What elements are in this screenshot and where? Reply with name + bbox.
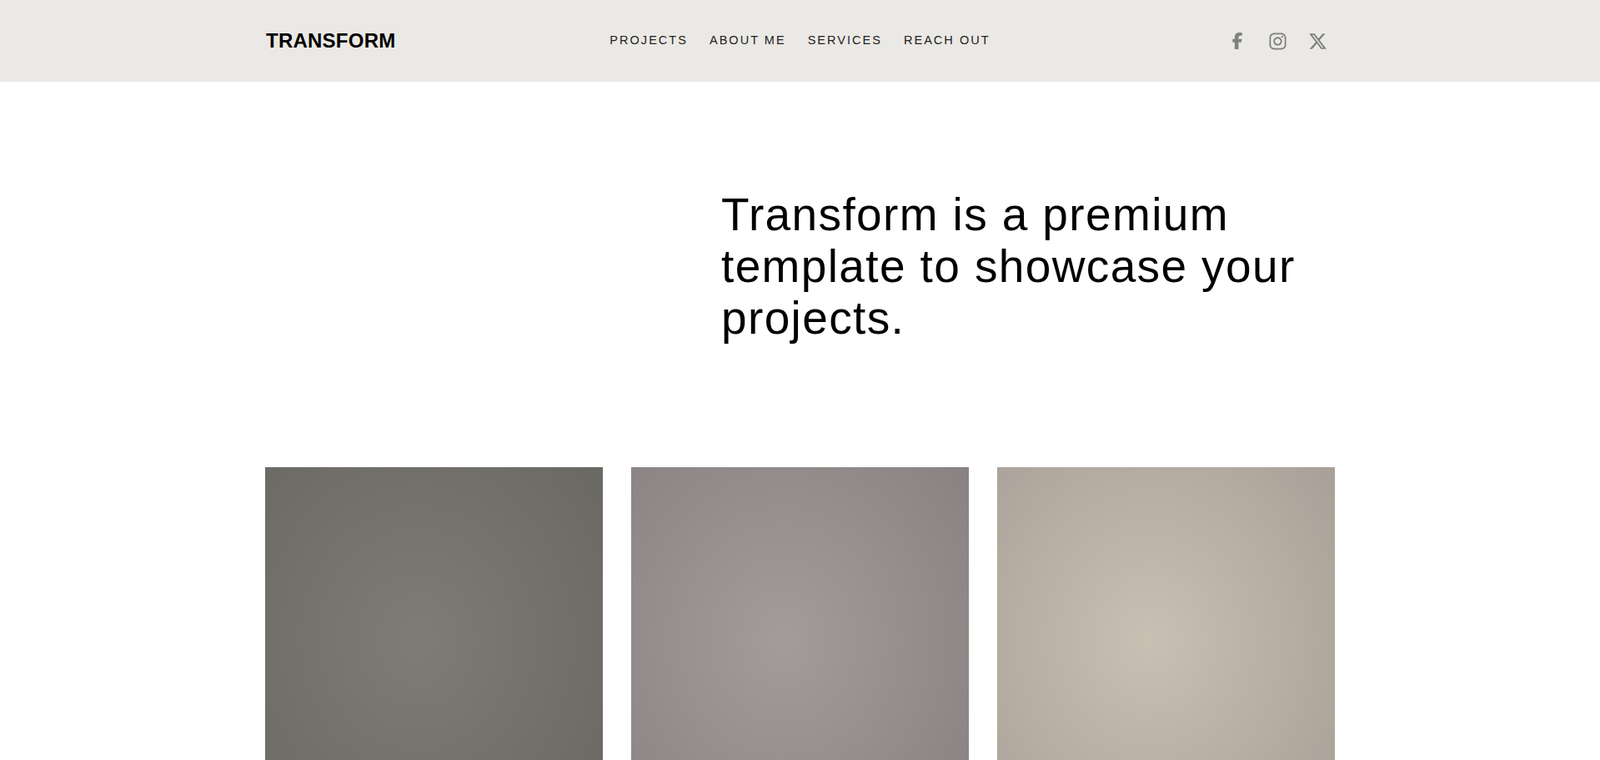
social-link[interactable] [1226,30,1249,52]
x-icon [1308,31,1328,51]
hero: Transform is a premium template to showc… [265,81,1335,467]
hero-heading: Transform is a premium template to showc… [721,188,1322,344]
instagram-icon [1268,31,1288,51]
logo[interactable]: TRANSFORM [265,25,396,56]
nav-link[interactable]: PROJECTS [609,31,688,51]
project-card[interactable] [631,466,969,760]
nav-link[interactable]: ABOUT ME [709,31,787,51]
nav-link[interactable]: SERVICES [807,31,883,51]
site-header: TRANSFORM PROJECTS ABOUT ME SERVICES REACH O… [0,0,1600,82]
social-link[interactable] [1306,30,1329,52]
project-grid [265,466,1335,760]
facebook-icon [1228,32,1246,50]
social-link[interactable] [1266,30,1289,52]
project-card[interactable] [265,466,603,760]
main-nav: PROJECTS ABOUT ME SERVICES REACH OUT [609,31,990,51]
page: TRANSFORM PROJECTS ABOUT ME SERVICES REACH O… [0,0,1600,760]
social-links [1226,30,1335,52]
project-card[interactable] [997,466,1335,760]
main-content: Transform is a premium template to showc… [265,81,1335,760]
nav-link[interactable]: REACH OUT [903,31,991,51]
